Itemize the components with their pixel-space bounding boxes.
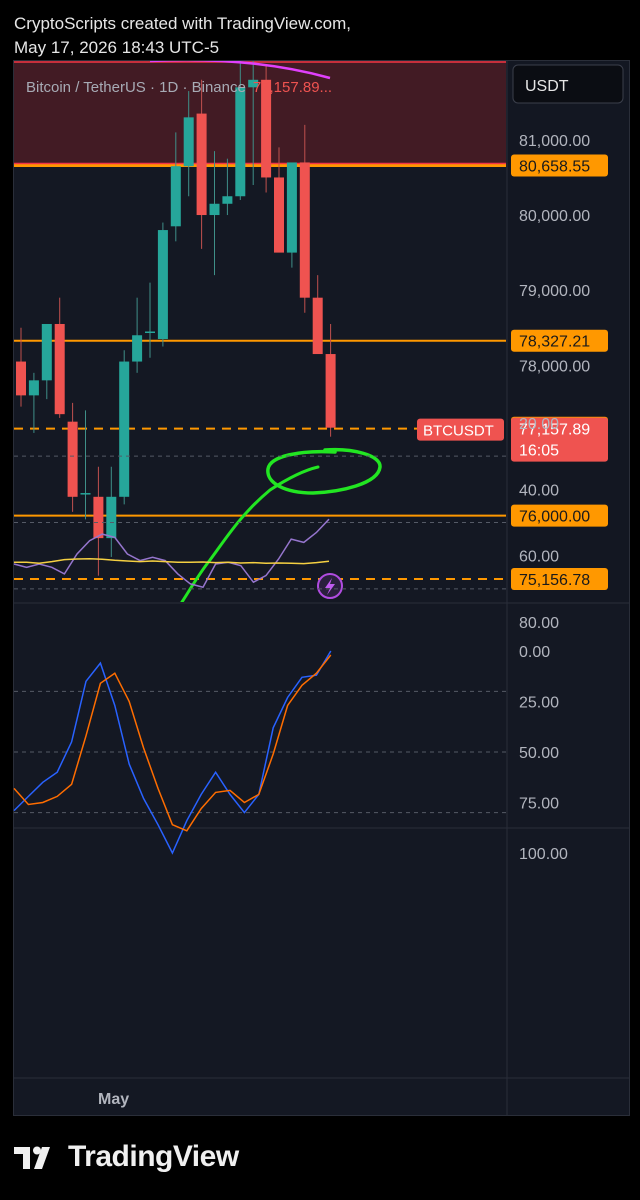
candle[interactable] xyxy=(183,117,194,167)
level-tag-label: 76,000.00 xyxy=(519,509,590,526)
stoch-tick-label: 25.00 xyxy=(519,695,559,712)
candle[interactable] xyxy=(274,177,284,253)
candle[interactable] xyxy=(132,335,143,362)
candle[interactable] xyxy=(145,331,155,334)
rsi-tick-label: 60.00 xyxy=(519,549,559,566)
time-axis-label: May xyxy=(98,1091,129,1108)
level-tag-label: 78,327.21 xyxy=(519,334,590,351)
stoch-tick-label: 100.00 xyxy=(519,846,568,863)
rsi-tick-label: 40.00 xyxy=(519,482,559,499)
resistance-zone[interactable] xyxy=(14,61,506,166)
candle[interactable] xyxy=(170,166,181,227)
symbol-tag-label: BTCUSDT xyxy=(423,423,494,440)
candle[interactable] xyxy=(312,297,323,355)
candle[interactable] xyxy=(54,323,65,415)
rsi-line[interactable] xyxy=(13,518,330,589)
level-tag-label: 80,658.55 xyxy=(519,159,590,176)
rsi-tick-label: 20.00 xyxy=(519,416,559,433)
candle[interactable] xyxy=(80,493,91,495)
candle[interactable] xyxy=(106,496,117,539)
candle[interactable] xyxy=(196,113,207,216)
candle[interactable] xyxy=(16,361,26,396)
level-tag-label: 75,156.78 xyxy=(519,572,590,589)
candle[interactable] xyxy=(157,230,168,340)
price-tick-label: 78,000.00 xyxy=(519,358,590,375)
candle[interactable] xyxy=(299,162,310,298)
tv-logo-text: TradingView xyxy=(68,1140,239,1173)
chart-title: Bitcoin / TetherUS · 1D · Binance 77,157.… xyxy=(26,79,332,96)
price-tick-label: 79,000.00 xyxy=(519,283,590,300)
stoch-tick-label: 75.00 xyxy=(519,796,559,813)
annotation-arrow[interactable] xyxy=(180,465,320,605)
annotation-circle[interactable] xyxy=(266,447,382,495)
price-panel[interactable] xyxy=(14,27,506,605)
price-tick-label: 81,000.00 xyxy=(519,133,590,150)
price-tag-countdown: 16:05 xyxy=(519,443,559,460)
candle[interactable] xyxy=(325,354,336,428)
candle[interactable] xyxy=(93,496,104,539)
stoch-tick-label: 0.00 xyxy=(519,644,550,661)
stoch-d-line[interactable] xyxy=(13,654,332,832)
candle[interactable] xyxy=(222,196,233,204)
candle[interactable] xyxy=(67,421,78,497)
stoch-tick-label: 50.00 xyxy=(519,745,559,762)
candle[interactable] xyxy=(209,203,220,216)
tv-logo-icon xyxy=(14,1146,50,1169)
candle[interactable] xyxy=(41,323,52,381)
rsi-ma-line[interactable] xyxy=(14,557,330,565)
candle[interactable] xyxy=(286,162,297,253)
chart-canvas[interactable]: Bitcoin / TetherUS · 1D · Binance 77,157.… xyxy=(0,0,640,1200)
candle[interactable] xyxy=(235,87,246,197)
candle[interactable] xyxy=(28,380,39,396)
rsi-tick-label: 80.00 xyxy=(519,615,559,632)
currency-label[interactable]: USDT xyxy=(525,78,569,95)
price-tick-label: 80,000.00 xyxy=(519,208,590,225)
candle[interactable] xyxy=(119,361,130,497)
tradingview-logo[interactable]: TradingView xyxy=(14,1140,239,1174)
legend-last-price: 77,157.89... xyxy=(253,79,332,96)
